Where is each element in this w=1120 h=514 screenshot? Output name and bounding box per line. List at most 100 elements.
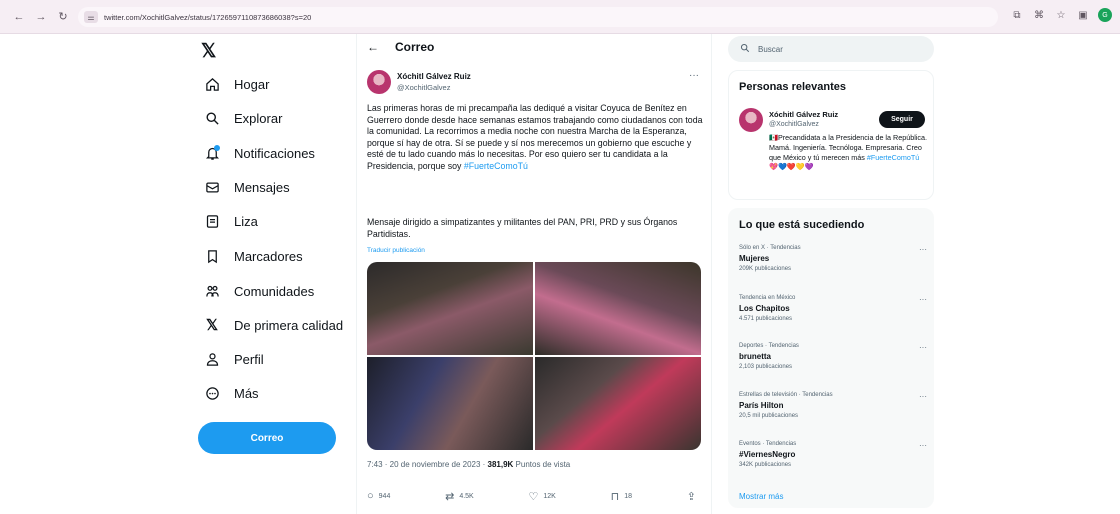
repost-count: 4.5K	[459, 492, 474, 500]
trend-count: 342K publicaciones	[739, 462, 792, 468]
follow-button[interactable]: Seguir	[879, 111, 925, 128]
tweet-photo[interactable]	[367, 357, 533, 450]
trend-item[interactable]: Estrellas de televisión · Tendencias Par…	[739, 392, 927, 419]
more-options-icon[interactable]: ···	[919, 245, 927, 254]
bell-icon	[202, 143, 222, 163]
back-arrow-icon[interactable]: ←	[367, 40, 379, 54]
notification-badge	[214, 145, 220, 151]
trend-name: Mujeres	[739, 254, 770, 263]
translate-link[interactable]: Traducir publicación	[367, 247, 425, 254]
nav-item-premium[interactable]: 𝕏 De primera calidad	[196, 312, 343, 338]
bio-hearts: 💖💙❤️💛💜	[769, 162, 814, 172]
profile-avatar[interactable]: G	[1098, 8, 1112, 22]
author-avatar[interactable]	[367, 70, 391, 94]
x-logo-icon: 𝕏	[205, 317, 219, 334]
more-options-icon[interactable]: ···	[919, 392, 927, 401]
nav-item-lists[interactable]: Liza	[196, 208, 258, 234]
like-button[interactable]: ♡ 12K	[529, 490, 556, 503]
x-logo-icon[interactable]: 𝕏	[201, 40, 216, 63]
show-more-link[interactable]: Mostrar más	[739, 492, 783, 501]
hashtag-link[interactable]: #FuerteComoTú	[464, 161, 528, 171]
nav-item-messages[interactable]: Mensajes	[196, 174, 290, 200]
translate-icon[interactable]: ⌘	[1032, 8, 1046, 22]
trend-item[interactable]: Eventos · Tendencias #ViernesNegro 342K …	[739, 441, 927, 468]
trend-name: Los Chapitos	[739, 304, 790, 313]
people-icon	[202, 281, 222, 301]
bookmark-button[interactable]: ⊓ 18	[611, 490, 632, 503]
tweet-photo[interactable]	[367, 262, 533, 355]
address-bar[interactable]: ⚌ twitter.com/XochitlGalvez/status/17265…	[78, 7, 998, 27]
tweet-body: Las primeras horas de mi precampaña las …	[367, 103, 703, 171]
tweet-timestamp[interactable]: 7:43 · 20 de noviembre de 2023 ·	[367, 460, 488, 469]
star-icon[interactable]: ☆	[1054, 8, 1068, 22]
back-icon[interactable]: ←	[10, 8, 28, 26]
trend-count: 209K publicaciones	[739, 266, 792, 272]
cast-icon[interactable]: ⧉	[1010, 8, 1024, 22]
relevant-handle[interactable]: @XochitlGalvez	[769, 121, 819, 128]
more-circle-icon	[202, 383, 222, 403]
card-title: Lo que está sucediendo	[739, 219, 865, 231]
nav-label: Explorar	[234, 110, 283, 126]
author-name[interactable]: Xóchitl Gálvez Ruiz	[397, 72, 471, 81]
url-text[interactable]: twitter.com/XochitlGalvez/status/1726597…	[104, 13, 311, 22]
post-button[interactable]: Correo	[198, 422, 336, 454]
reply-button[interactable]: ○ 944	[367, 490, 390, 502]
trend-context: Deportes · Tendencias	[739, 343, 799, 349]
view-label: Puntos de vista	[513, 460, 571, 469]
more-options-icon[interactable]: ···	[689, 70, 699, 81]
bookmark-count: 18	[624, 492, 632, 500]
tweet-photo[interactable]	[535, 262, 701, 355]
main-header: ← Correo	[357, 34, 713, 60]
relevant-people-card: Personas relevantes Xóchitl Gálvez Ruiz …	[728, 70, 934, 200]
repost-button[interactable]: ⇄ 4.5K	[445, 490, 474, 503]
bio-hashtag[interactable]: #FuerteComoTú	[867, 153, 919, 162]
nav-label: Comunidades	[234, 283, 315, 299]
more-options-icon[interactable]: ···	[919, 441, 927, 450]
more-options-icon[interactable]: ···	[919, 343, 927, 352]
nav-label: Liza	[234, 213, 258, 229]
trend-context: Tendencia en México	[739, 295, 796, 301]
nav-item-notifications[interactable]: Notificaciones	[196, 140, 315, 166]
view-count: 381,9K	[487, 460, 514, 469]
tweet-photo[interactable]	[535, 357, 701, 450]
mail-icon	[202, 177, 222, 197]
nav-item-profile[interactable]: Perfil	[196, 346, 264, 372]
search-input[interactable]: Buscar	[758, 45, 783, 54]
forward-icon[interactable]: →	[32, 8, 50, 26]
sidepanel-icon[interactable]: ▣	[1076, 8, 1090, 22]
media-grid	[367, 262, 701, 450]
home-icon	[202, 74, 222, 94]
search-icon	[202, 108, 222, 128]
person-icon	[202, 349, 222, 369]
nav-item-explore[interactable]: Explorar	[196, 105, 282, 131]
trend-name: París Hilton	[739, 401, 784, 410]
share-button[interactable]: ⇪	[687, 490, 701, 503]
nav-item-bookmarks[interactable]: Marcadores	[196, 243, 303, 269]
relevant-bio: 🇲🇽Precandidata a la Presidencia de la Re…	[769, 133, 927, 172]
trend-item[interactable]: Sólo en X · Tendencias Mujeres 209K publ…	[739, 245, 927, 272]
nav-item-home[interactable]: Hogar	[196, 71, 269, 97]
nav-label: Hogar	[234, 76, 270, 92]
relevant-name[interactable]: Xóchitl Gálvez Ruiz	[769, 110, 838, 119]
author-handle[interactable]: @XochitlGalvez	[397, 83, 450, 92]
search-box[interactable]: Buscar	[728, 36, 934, 62]
reload-icon[interactable]: ↻	[54, 8, 72, 26]
reply-icon: ○	[367, 490, 374, 502]
nav-item-more[interactable]: Más	[196, 380, 259, 406]
trend-count: 20,5 mil publicaciones	[739, 413, 799, 419]
trend-count: 2,103 publicaciones	[739, 364, 793, 370]
nav-label: Mensajes	[234, 179, 290, 195]
trend-context: Estrellas de televisión · Tendencias	[739, 392, 833, 398]
nav-item-communities[interactable]: Comunidades	[196, 278, 314, 304]
tweet-header: Xóchitl Gálvez Ruiz @XochitlGalvez ···	[367, 70, 703, 100]
trends-card: Lo que está sucediendo Sólo en X · Tende…	[728, 208, 934, 508]
trend-item[interactable]: Deportes · Tendencias brunetta 2,103 pub…	[739, 343, 927, 370]
trend-item[interactable]: Tendencia en México Los Chapitos 4.571 p…	[739, 295, 927, 322]
site-info-icon[interactable]: ⚌	[84, 11, 98, 23]
trend-count: 4.571 publicaciones	[739, 316, 793, 322]
browser-toolbar: ← → ↻ ⚌ twitter.com/XochitlGalvez/status…	[0, 0, 1120, 34]
more-options-icon[interactable]: ···	[919, 295, 927, 304]
nav-label: De primera calidad	[234, 317, 344, 333]
nav-label: Más	[234, 385, 259, 401]
avatar[interactable]	[739, 108, 763, 132]
